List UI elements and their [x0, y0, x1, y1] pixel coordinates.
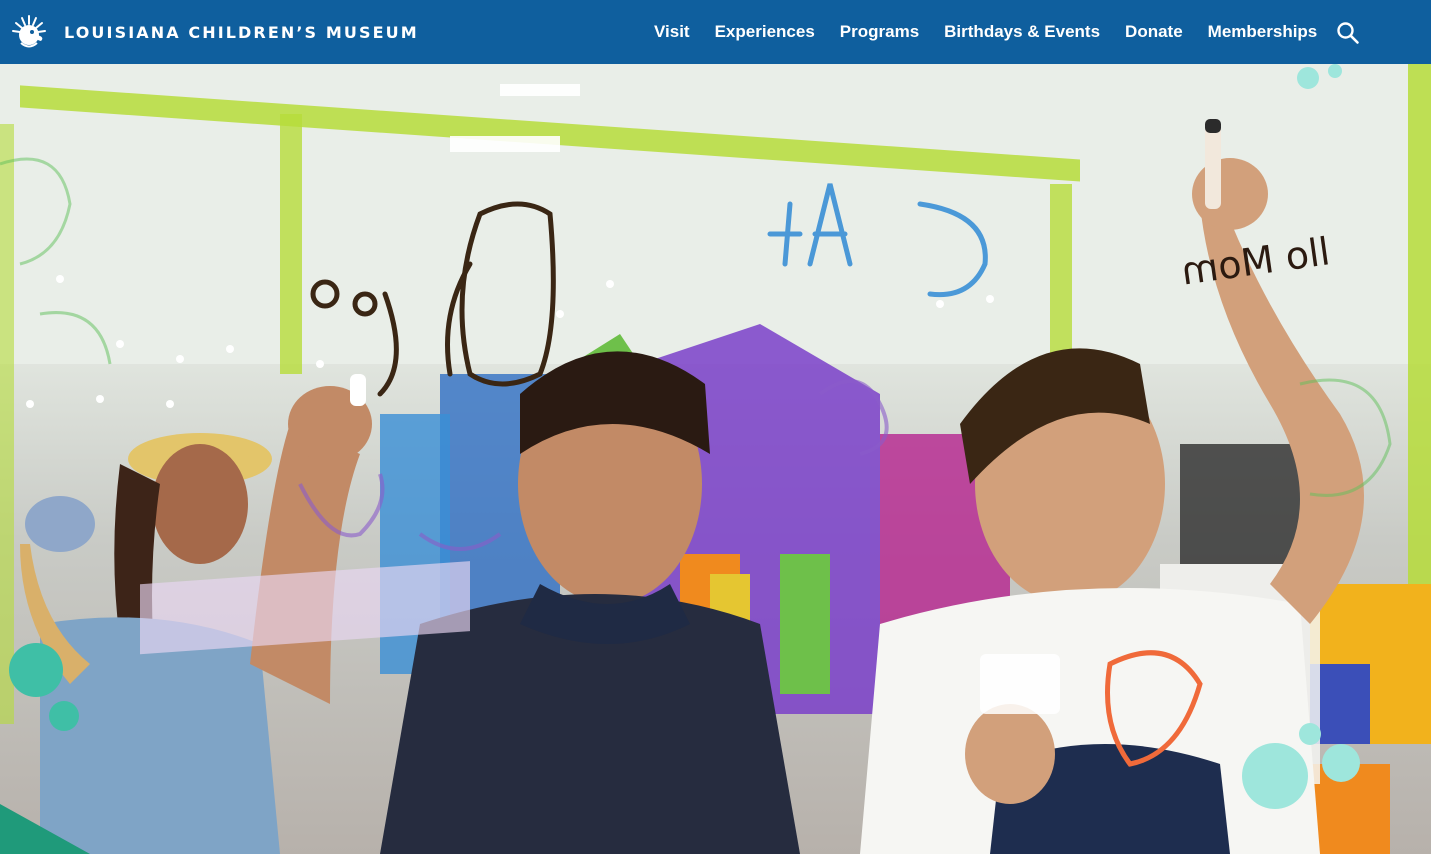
pelican-logo-icon — [12, 15, 46, 48]
nav-memberships[interactable]: Memberships — [1208, 22, 1318, 42]
site-header: LOUISIANA CHILDREN’S MUSEUM Visit Experi… — [0, 0, 1431, 64]
nav-birthdays-events[interactable]: Birthdays & Events — [944, 22, 1100, 42]
home-logo-link[interactable]: LOUISIANA CHILDREN’S MUSEUM — [7, 10, 419, 54]
nav-programs[interactable]: Programs — [840, 22, 919, 42]
main-nav: Visit Experiences Programs Birthdays & E… — [654, 0, 1317, 64]
nav-visit[interactable]: Visit — [654, 22, 690, 42]
hero-banner: llo Mom — [0, 64, 1431, 854]
hero-photo: llo Mom — [0, 64, 1431, 854]
search-button[interactable] — [1336, 21, 1360, 45]
nav-donate[interactable]: Donate — [1125, 22, 1183, 42]
brand-name: LOUISIANA CHILDREN’S MUSEUM — [64, 22, 419, 42]
nav-experiences[interactable]: Experiences — [715, 22, 815, 42]
search-icon — [1337, 22, 1359, 44]
